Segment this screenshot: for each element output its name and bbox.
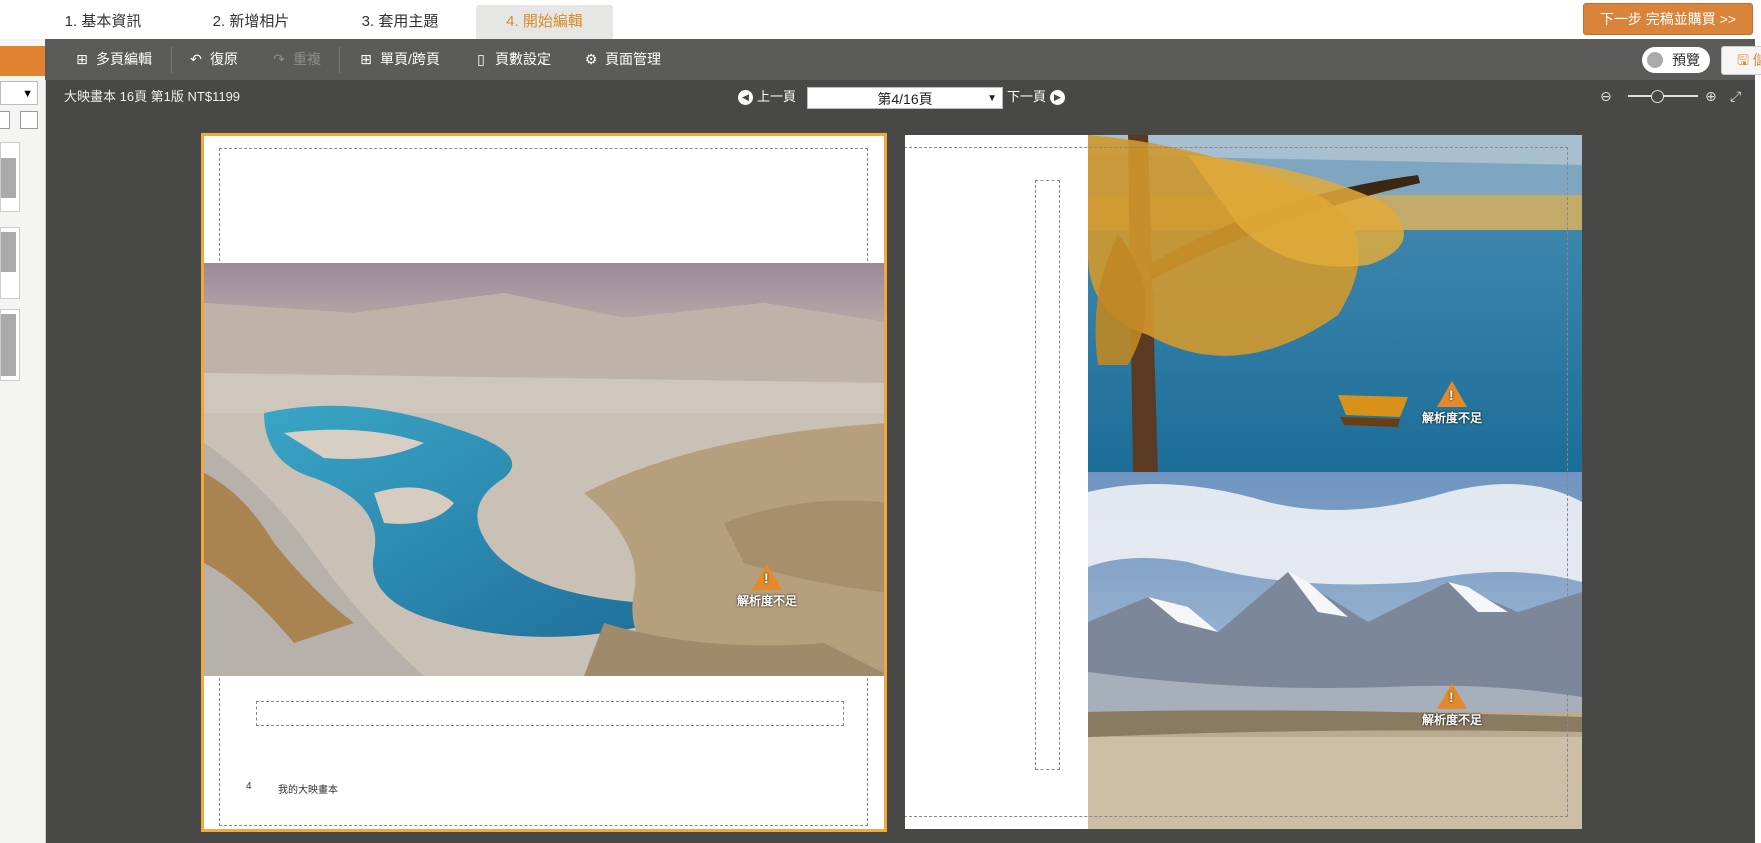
step-add-photos[interactable]: 2. 新增相片 [188,5,314,39]
multi-page-edit-button[interactable]: ⊞ 多頁編輯 [73,39,152,80]
next-page-label: 下一頁 [1007,89,1047,104]
layout-grid-icon[interactable] [20,111,38,129]
panel-header [0,46,45,76]
warning-label: 解析度不足 [736,594,797,608]
left-page[interactable]: 解析度不足 4 我的大映畫本 [201,133,887,832]
step-basic-info[interactable]: 1. 基本資訊 [40,5,166,39]
page-number: 4 [246,781,252,792]
layout-icon: ⊞ [360,51,372,67]
toggle-knob [1647,52,1663,68]
undo-button[interactable]: ↶ 復原 [187,39,238,80]
page-count-label: 頁數設定 [495,51,551,67]
editor-toolbar: ⊞ 多頁編輯 ↶ 復原 ↷ 重複 ⊞ 單頁/跨頁 ▯ 頁數設定 ⚙ 頁面管理 預覽 🖫 儲存 [45,39,1761,80]
preview-label: 預覽 [1672,52,1700,68]
layout-thumbnail[interactable] [0,309,20,381]
previous-page-label: 上一頁 [757,89,797,104]
chevron-right-icon: ▶ [1050,90,1066,106]
step-start-editing[interactable]: 4. 開始編輯 [476,5,613,39]
page-management-button[interactable]: ⚙ 頁面管理 [582,39,661,80]
photo-river-canyon[interactable] [204,263,884,676]
step-apply-theme[interactable]: 3. 套用主題 [337,5,463,39]
low-resolution-warning[interactable]: 解析度不足 [732,564,802,609]
step-bar: 1. 基本資訊 2. 新增相片 3. 套用主題 4. 開始編輯 下一步 完稿並購… [0,0,1761,39]
toolbar-divider [171,47,172,73]
undo-label: 復原 [210,51,238,67]
next-complete-purchase-button[interactable]: 下一步 完稿並購買 >> [1583,3,1753,35]
redo-label: 重複 [293,51,321,67]
page-icon: ▯ [477,51,485,67]
save-label: 儲存 [1752,52,1761,68]
previous-page-button[interactable]: ◀ 上一頁 [734,88,796,106]
next-page-button[interactable]: 下一頁 ▶ [1007,88,1069,106]
layout-filter-select[interactable]: ▼ [0,81,38,105]
current-page-label: 第4/16頁 [877,91,933,107]
warning-icon [752,564,782,590]
preview-toggle[interactable]: 預覽 [1642,47,1710,73]
page-count-settings-button[interactable]: ▯ 頁數設定 [472,39,551,80]
layout-thumbnail[interactable] [0,227,20,299]
page-safe-area [905,147,1568,817]
book-info: 大映畫本 16頁 第1版 NT$1199 [64,89,241,104]
redo-button[interactable]: ↷ 重複 [270,39,321,80]
chevron-left-icon: ◀ [738,90,753,106]
save-icon: 🖫 [1737,52,1750,68]
zoom-slider-handle[interactable] [1651,90,1664,103]
layout-thumbnail[interactable] [0,142,20,212]
redo-icon: ↷ [273,51,285,67]
zoom-in-icon[interactable]: ⊕ [1705,88,1717,105]
page-select[interactable]: 第4/16頁 ▼ [807,87,1003,109]
footer-book-title: 我的大映畫本 [278,785,338,796]
layout-view-icon[interactable] [0,111,10,129]
gear-icon: ⚙ [584,51,598,67]
page-management-label: 頁面管理 [605,51,661,67]
zoom-out-icon[interactable]: ⊖ [1600,88,1612,105]
chevron-down-icon: ▼ [987,93,997,104]
left-panel: ▼ [0,39,46,843]
single-spread-toggle-button[interactable]: ⊞ 單頁/跨頁 [357,39,440,80]
save-button[interactable]: 🖫 儲存 [1721,46,1761,75]
single-spread-label: 單頁/跨頁 [380,51,440,67]
caption-text-box[interactable] [256,701,844,726]
fullscreen-icon[interactable]: ⤢ [1730,88,1741,105]
toolbar-divider [339,47,340,73]
multi-page-edit-label: 多頁編輯 [96,51,152,67]
undo-icon: ↶ [190,51,202,67]
grid-icon: ⊞ [76,51,88,67]
right-page[interactable]: 解析度不足 解析度不足 [905,135,1582,829]
